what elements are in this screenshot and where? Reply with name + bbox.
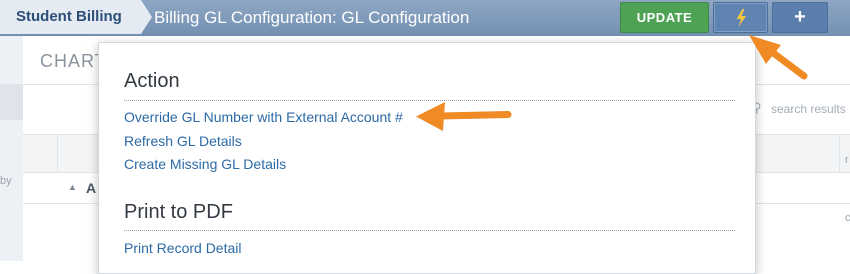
section-heading: CHART: [40, 51, 107, 71]
arrow-to-actions-button: [749, 35, 808, 80]
column-header-label[interactable]: A: [86, 180, 96, 196]
search-box[interactable]: ⚲ search results: [752, 100, 850, 120]
edge-text-fragment: c: [845, 212, 850, 224]
actions-dropdown-menu: Action Override GL Number with External …: [98, 42, 756, 274]
column-separator: [839, 135, 840, 172]
menu-section-print-to-pdf: Print to PDF: [124, 201, 233, 223]
menu-divider: [124, 100, 735, 101]
menu-section-action: Action: [124, 70, 180, 92]
page-title: Billing GL Configuration: GL Configurati…: [154, 8, 470, 27]
plus-icon: +: [794, 6, 806, 28]
menu-item-override-gl-number[interactable]: Override GL Number with External Account…: [124, 109, 403, 125]
sidebar-text-fragment: by: [0, 175, 12, 187]
sidebar-highlight: [0, 84, 23, 120]
sort-ascending-icon[interactable]: ▲: [68, 182, 77, 192]
menu-item-print-record-detail[interactable]: Print Record Detail: [124, 240, 242, 256]
menu-item-create-missing-gl-details[interactable]: Create Missing GL Details: [124, 156, 286, 172]
menu-item-refresh-gl-details[interactable]: Refresh GL Details: [124, 133, 242, 149]
breadcrumb[interactable]: Student Billing: [0, 0, 152, 34]
column-separator: [57, 135, 58, 172]
top-header-bar: Student Billing Billing GL Configuration…: [0, 0, 850, 36]
left-sidebar: [0, 36, 23, 261]
menu-divider: [124, 230, 735, 231]
update-button[interactable]: UPDATE: [620, 2, 709, 33]
breadcrumb-student-billing[interactable]: Student Billing: [16, 8, 122, 25]
lightning-bolt-icon: [736, 9, 746, 27]
add-button[interactable]: +: [772, 2, 828, 33]
search-input[interactable]: search results: [771, 102, 846, 116]
actions-menu-button[interactable]: [713, 2, 768, 33]
edge-text-fragment: r: [845, 154, 849, 166]
